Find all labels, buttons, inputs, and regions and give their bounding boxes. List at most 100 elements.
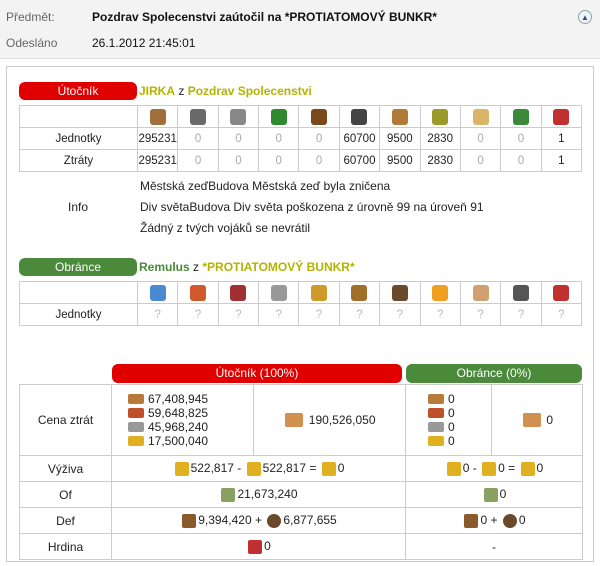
equals-sign: = xyxy=(508,461,516,476)
ram-icon xyxy=(391,284,408,301)
hero-icon xyxy=(248,539,263,554)
hero-icon xyxy=(553,108,570,125)
sword-red-icon xyxy=(190,284,207,301)
defender-summary-header: Obránce (0%) xyxy=(406,364,582,383)
attacker-food: 522,817 - 522,817 = 0 xyxy=(111,455,406,482)
boot-icon xyxy=(270,108,287,125)
infantry-shield-icon xyxy=(464,513,479,528)
battle-report: Útočník JIRKA z Pozdrav Spolecenstvi Jed… xyxy=(6,66,594,562)
defender-badge: Obránce xyxy=(19,258,137,276)
crop-cross-icon xyxy=(482,461,497,476)
attacker-hero: 0 xyxy=(111,533,406,560)
plus-sign: + xyxy=(490,513,498,528)
attacker-total: 190,526,050 xyxy=(253,384,406,456)
knight-horse-icon xyxy=(351,108,368,125)
infantry-shield-icon xyxy=(182,513,197,528)
crossed-swords-icon xyxy=(483,487,498,502)
wood-value: 0 xyxy=(448,392,455,406)
defender-resources: 0 0 0 0 xyxy=(405,384,492,456)
food-value: 522,817 xyxy=(262,461,307,476)
defender-alliance-link[interactable]: *PROTIATOMOVÝ BUNKR* xyxy=(202,260,354,274)
club-icon xyxy=(149,108,166,125)
defender-player-link[interactable]: Remulus xyxy=(139,260,190,274)
unit-count: ? xyxy=(540,303,582,326)
expand-icon[interactable]: ▲ xyxy=(578,10,592,24)
food-value: 0 xyxy=(337,461,345,476)
equals-sign: = xyxy=(309,461,317,476)
info-label: Info xyxy=(67,200,88,214)
unit-count: 0 xyxy=(177,127,219,150)
unit-count: 0 xyxy=(217,127,260,150)
hero-row: Hrdina 0 - xyxy=(19,533,583,560)
attacker-losses-row: Ztráty 295231 0 0 0 0 60700 9500 2830 0 … xyxy=(19,149,582,172)
loss-count: 0 xyxy=(298,149,340,172)
units-label: Jednotky xyxy=(19,303,138,326)
defender-food: 0 - 0 = 0 xyxy=(405,455,583,482)
info-line: Žádný z tvých vojáků se nevrátil xyxy=(140,221,311,235)
fire-catapult-icon xyxy=(432,284,449,301)
unit-count: 9500 xyxy=(379,127,421,150)
horse-icon xyxy=(311,108,328,125)
axe-icon xyxy=(230,108,247,125)
wood-icon xyxy=(428,394,444,404)
loss-count: 60700 xyxy=(338,149,381,172)
unit-count: ? xyxy=(177,303,219,326)
minus-sign: - xyxy=(237,461,242,476)
defender-total-value: 0 xyxy=(546,412,554,427)
defense-value: 0 xyxy=(480,513,488,528)
hero-value: 0 xyxy=(264,539,271,554)
defender-defense: 0 + 0 xyxy=(405,507,583,534)
attacker-defense: 9,394,420 + 6,877,655 xyxy=(111,507,406,534)
wood-value: 67,408,945 xyxy=(148,392,209,406)
attacker-player-link[interactable]: JIRKA xyxy=(139,84,175,98)
loss-cost-label: Cena ztrát xyxy=(19,384,112,456)
attacker-total-value: 190,526,050 xyxy=(308,412,376,427)
food-value: 0 xyxy=(536,461,544,476)
loss-count: 0 xyxy=(217,149,260,172)
defense-value: 6,877,655 xyxy=(283,513,337,528)
attacker-of: z xyxy=(178,84,185,98)
defender-of: z xyxy=(193,260,200,274)
all-resources-icon xyxy=(522,413,541,428)
settler-icon xyxy=(512,284,529,301)
clay-value: 59,648,825 xyxy=(148,406,209,420)
loss-count: 1 xyxy=(540,149,582,172)
units-label: Jednotky xyxy=(19,127,138,150)
horse-icon xyxy=(311,284,328,301)
unit-count: 0 xyxy=(459,127,502,150)
sent-label: Odesláno xyxy=(6,36,58,50)
unit-count: 2830 xyxy=(419,127,461,150)
offense-value: 0 xyxy=(499,487,507,502)
knight-horse-icon xyxy=(351,284,368,301)
crop-cross-icon xyxy=(174,461,189,476)
unit-count: ? xyxy=(459,303,502,326)
catapult-icon xyxy=(432,108,449,125)
defender-units-table: Jednotky ? ? ? ? ? ? ? ? ? ? ? xyxy=(19,281,582,326)
unit-count: 0 xyxy=(298,127,340,150)
senator-icon xyxy=(472,284,489,301)
message-header: Předmět: Pozdrav Spolecenstvi zaútočil n… xyxy=(0,0,600,59)
ram-icon xyxy=(391,108,408,125)
minus-sign: - xyxy=(472,461,477,476)
loss-count: 0 xyxy=(500,149,542,172)
crop-value: 17,500,040 xyxy=(148,434,209,448)
unit-count: 0 xyxy=(500,127,542,150)
unit-count: 1 xyxy=(540,127,582,150)
food-value: 522,817 xyxy=(190,461,234,476)
defense-value: 9,394,420 xyxy=(198,513,252,528)
loss-count: 2830 xyxy=(419,149,461,172)
unit-count: ? xyxy=(217,303,260,326)
food-label: Výživa xyxy=(19,455,112,482)
defender-name-line: Remulus z *PROTIATOMOVÝ BUNKR* xyxy=(139,260,355,274)
attacker-alliance-link[interactable]: Pozdrav Spolecenstvi xyxy=(188,84,312,98)
defender-units-row: Jednotky ? ? ? ? ? ? ? ? ? ? ? xyxy=(19,303,582,326)
info-line: Městská zeďBudova Městská zeď byla zniče… xyxy=(140,179,391,193)
offense-value: 21,673,240 xyxy=(237,487,298,502)
settler-icon xyxy=(512,108,529,125)
clay-icon xyxy=(428,408,444,418)
defender-icon-row xyxy=(19,281,582,304)
defender-total: 0 xyxy=(491,384,583,456)
crop-cross-icon xyxy=(520,461,535,476)
subject-text: Pozdrav Spolecenstvi zaútočil na *PROTIA… xyxy=(92,10,437,24)
empty-cell xyxy=(19,281,138,304)
